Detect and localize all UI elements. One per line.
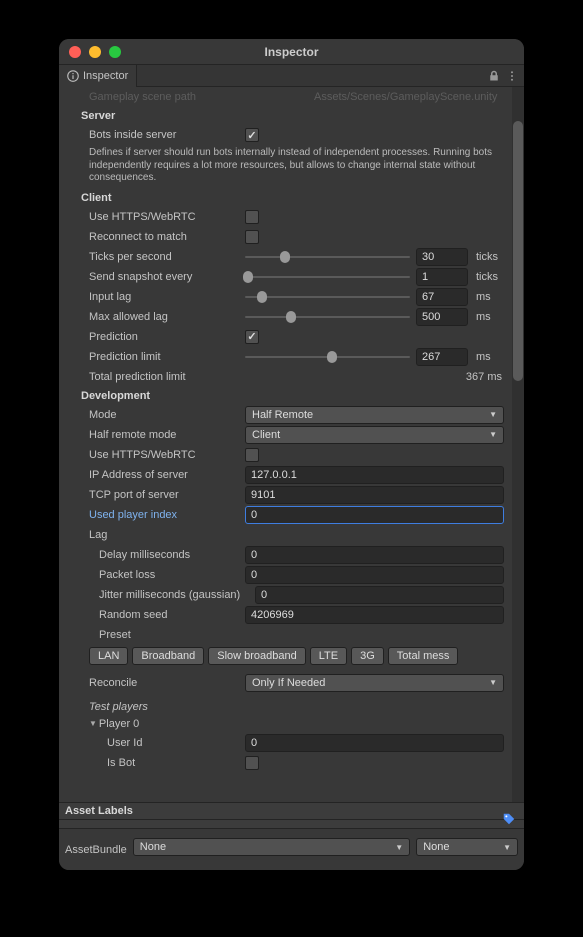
used-player-index-row: Used player index — [65, 505, 504, 525]
user-id-input[interactable] — [245, 734, 504, 752]
preset-label: Preset — [65, 629, 245, 641]
lock-icon[interactable] — [488, 70, 500, 82]
lag-heading: Lag — [65, 529, 245, 541]
chevron-down-icon: ▼ — [395, 843, 403, 852]
kebab-menu-icon[interactable] — [506, 70, 518, 82]
asset-bundle-main-dropdown[interactable]: None▼ — [133, 838, 410, 856]
delay-ms-row: Delay milliseconds — [65, 545, 504, 565]
preset-buttons: LAN Broadband Slow broadband LTE 3G Tota… — [65, 645, 504, 667]
reconcile-dropdown[interactable]: Only If Needed▼ — [245, 674, 504, 692]
used-player-index-input[interactable] — [245, 506, 504, 524]
inspector-body: Gameplay scene path Assets/Scenes/Gamepl… — [59, 87, 524, 802]
delay-ms-input[interactable] — [245, 546, 504, 564]
chevron-down-icon: ▼ — [503, 843, 511, 852]
client-heading: Client — [65, 189, 504, 207]
ip-input[interactable] — [245, 466, 504, 484]
gameplay-scene-path-row: Gameplay scene path Assets/Scenes/Gamepl… — [65, 87, 504, 107]
preset-lte-button[interactable]: LTE — [310, 647, 347, 665]
input-lag-row: Input lag ms — [65, 287, 504, 307]
half-remote-mode-dropdown[interactable]: Client▼ — [245, 426, 504, 444]
chevron-down-icon: ▼ — [489, 410, 497, 419]
jitter-ms-input[interactable] — [255, 586, 504, 604]
random-seed-row: Random seed — [65, 605, 504, 625]
mode-row: Mode Half Remote▼ — [65, 405, 504, 425]
reconcile-row: Reconcile Only If Needed▼ — [65, 673, 504, 693]
close-window-button[interactable] — [69, 46, 81, 58]
total-prediction-row: Total prediction limit 367 ms — [65, 367, 504, 387]
ticks-per-second-slider[interactable] — [245, 248, 410, 266]
titlebar: Inspector — [59, 39, 524, 65]
test-players-heading: Test players — [65, 699, 504, 715]
info-icon — [67, 70, 79, 82]
prediction-limit-slider[interactable] — [245, 348, 410, 366]
random-seed-input[interactable] — [245, 606, 504, 624]
server-heading: Server — [65, 107, 504, 125]
tab-label: Inspector — [83, 70, 128, 82]
zoom-window-button[interactable] — [109, 46, 121, 58]
preset-broadband-button[interactable]: Broadband — [132, 647, 204, 665]
send-snapshot-slider[interactable] — [245, 268, 410, 286]
prediction-limit-row: Prediction limit ms — [65, 347, 504, 367]
tcp-input[interactable] — [245, 486, 504, 504]
dev-use-https-row: Use HTTPS/WebRTC — [65, 445, 504, 465]
tab-bar: Inspector — [59, 65, 524, 87]
chevron-down-icon: ▼ — [489, 430, 497, 439]
bots-inside-server-checkbox[interactable] — [245, 128, 259, 142]
reconnect-row: Reconnect to match — [65, 227, 504, 247]
input-lag-input[interactable] — [416, 288, 468, 306]
preset-3g-button[interactable]: 3G — [351, 647, 384, 665]
packet-loss-input[interactable] — [245, 566, 504, 584]
mode-dropdown[interactable]: Half Remote▼ — [245, 406, 504, 424]
scrollbar-thumb[interactable] — [513, 121, 523, 381]
prediction-limit-input[interactable] — [416, 348, 468, 366]
max-allowed-lag-slider[interactable] — [245, 308, 410, 326]
half-remote-mode-row: Half remote mode Client▼ — [65, 425, 504, 445]
scrollbar[interactable] — [512, 87, 524, 802]
development-heading: Development — [65, 387, 504, 405]
tab-inspector[interactable]: Inspector — [59, 65, 137, 87]
preset-total-mess-button[interactable]: Total mess — [388, 647, 459, 665]
is-bot-row: Is Bot — [65, 753, 504, 773]
bots-inside-server-row: Bots inside server — [65, 125, 504, 145]
ticks-per-second-input[interactable] — [416, 248, 468, 266]
inspector-window: Inspector Inspector Gameplay scene path … — [59, 39, 524, 870]
user-id-row: User Id — [65, 733, 504, 753]
bots-inside-desc: Defines if server should run bots intern… — [65, 145, 504, 189]
packet-loss-row: Packet loss — [65, 565, 504, 585]
asset-labels-section: Asset Labels — [59, 802, 524, 828]
send-snapshot-input[interactable] — [416, 268, 468, 286]
prediction-checkbox[interactable] — [245, 330, 259, 344]
chevron-down-icon: ▼ — [489, 678, 497, 687]
preset-lan-button[interactable]: LAN — [89, 647, 128, 665]
is-bot-checkbox[interactable] — [245, 756, 259, 770]
dev-use-https-checkbox[interactable] — [245, 448, 259, 462]
ip-row: IP Address of server — [65, 465, 504, 485]
input-lag-slider[interactable] — [245, 288, 410, 306]
max-allowed-lag-input[interactable] — [416, 308, 468, 326]
jitter-ms-row: Jitter milliseconds (gaussian) — [65, 585, 504, 605]
asset-bundle-variant-dropdown[interactable]: None▼ — [416, 838, 518, 856]
traffic-lights — [59, 46, 121, 58]
reconnect-checkbox[interactable] — [245, 230, 259, 244]
preset-slow-broadband-button[interactable]: Slow broadband — [208, 647, 306, 665]
max-allowed-lag-row: Max allowed lag ms — [65, 307, 504, 327]
window-title: Inspector — [59, 45, 524, 59]
player0-foldout[interactable]: ▼ Player 0 — [65, 715, 504, 733]
tcp-row: TCP port of server — [65, 485, 504, 505]
client-use-https-row: Use HTTPS/WebRTC — [65, 207, 504, 227]
client-use-https-checkbox[interactable] — [245, 210, 259, 224]
minimize-window-button[interactable] — [89, 46, 101, 58]
tag-icon[interactable] — [502, 812, 516, 826]
asset-bundle-row: AssetBundle None▼ None▼ — [59, 828, 524, 870]
triangle-down-icon: ▼ — [89, 719, 97, 728]
send-snapshot-row: Send snapshot every ticks — [65, 267, 504, 287]
ticks-per-second-row: Ticks per second ticks — [65, 247, 504, 267]
prediction-row: Prediction — [65, 327, 504, 347]
